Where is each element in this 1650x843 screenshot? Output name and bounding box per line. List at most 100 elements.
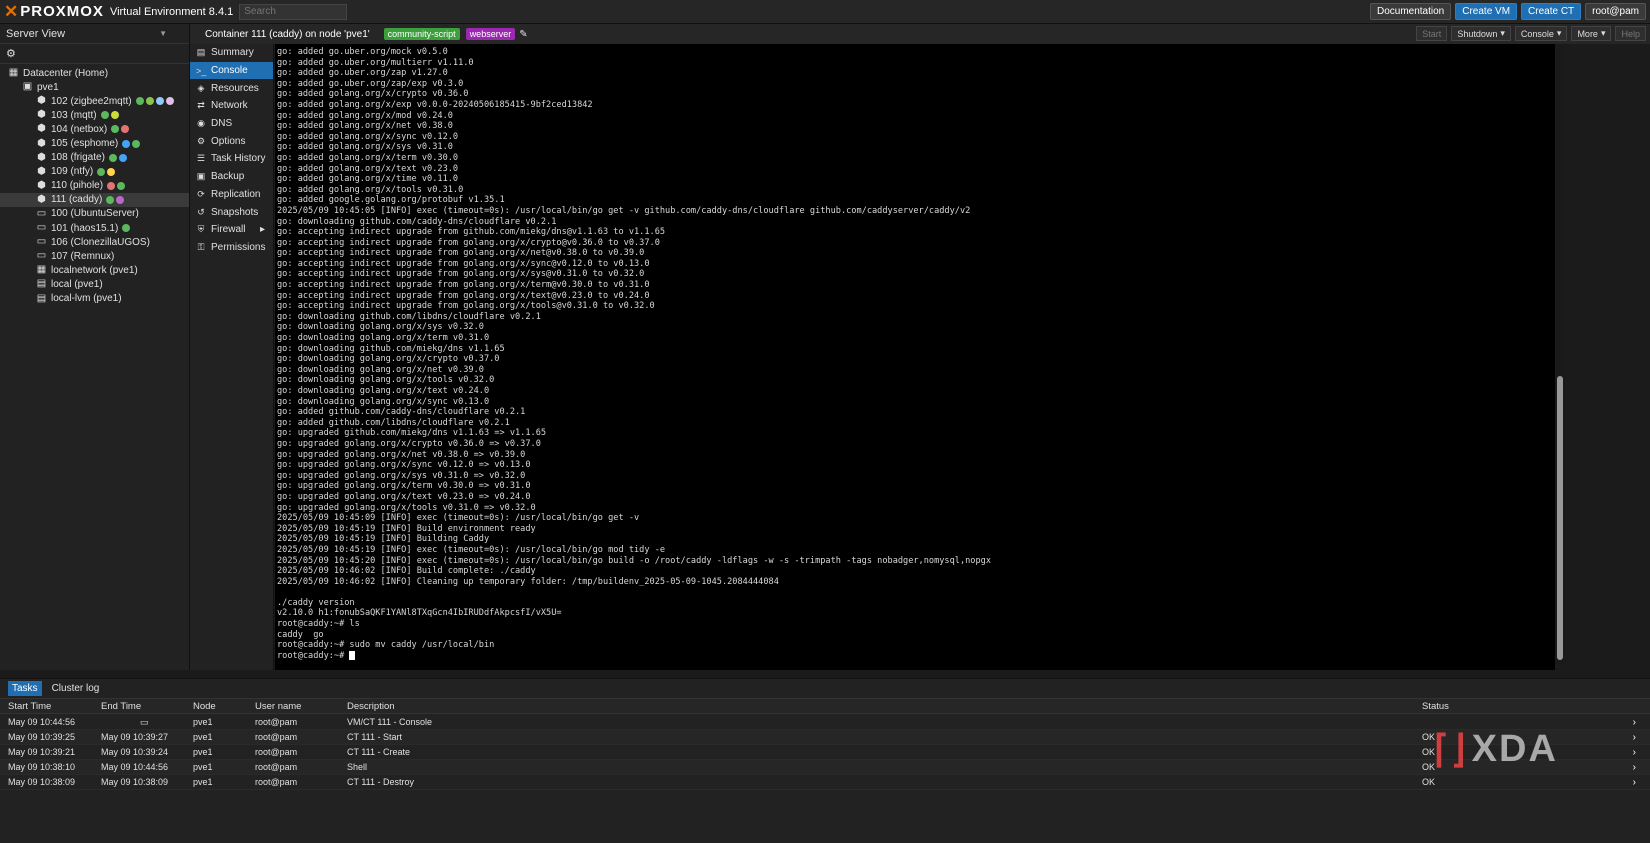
menu-item-replication[interactable]: ⟳ Replication xyxy=(190,186,273,204)
server-view-label: Server View xyxy=(6,27,66,40)
chevron-right-icon[interactable]: › xyxy=(1633,732,1636,743)
header-button-shutdown[interactable]: Shutdown ▾ xyxy=(1451,26,1511,41)
column-header[interactable]: Start Time xyxy=(8,701,51,712)
column-header[interactable]: Node xyxy=(193,701,216,712)
table-row[interactable]: May 09 10:38:10 May 09 10:44:56 pve1 root@p… xyxy=(0,760,1650,775)
table-cell: root@pam xyxy=(255,747,298,757)
tree-node[interactable]: ⬢ 104 (netbox) xyxy=(0,122,189,136)
console-line: ./caddy version xyxy=(277,597,355,608)
table-cell: root@pam xyxy=(255,762,298,772)
console-line: 2025/05/09 10:45:19 [INFO] Building Cadd… xyxy=(277,534,490,545)
tree-node[interactable]: ▤ local-lvm (pve1) xyxy=(0,292,189,306)
search-input[interactable] xyxy=(239,3,348,20)
tab-cluster-log[interactable]: Cluster log xyxy=(48,681,104,696)
menu-item-backup[interactable]: ▣ Backup xyxy=(190,168,273,186)
chevron-right-icon[interactable]: › xyxy=(1633,747,1636,758)
status-dot xyxy=(135,97,144,106)
chevron-right-icon[interactable]: › xyxy=(1633,777,1636,788)
task-panel: Tasks Cluster log Start Time End Time Node U… xyxy=(0,678,1650,843)
menu-item-resources[interactable]: ◈ Resources xyxy=(190,79,273,97)
console-line: go: downloading github.com/miekg/dns v1.… xyxy=(277,343,505,354)
header-button-help[interactable]: Help xyxy=(1615,26,1646,41)
console-line: go: added go.uber.org/zap v1.27.0 xyxy=(277,68,448,79)
monitor-icon: ▭ xyxy=(140,716,149,727)
tag-badge[interactable]: webserver xyxy=(465,28,516,40)
menu-item-snapshots[interactable]: ↺ Snapshots xyxy=(190,203,273,221)
console-line: root@caddy:~# sudo mv caddy /usr/local/b… xyxy=(277,640,495,651)
tree-node[interactable]: ⬢ 105 (esphome) xyxy=(0,136,189,150)
menu-item-permissions[interactable]: ⚿ Permissions xyxy=(190,239,273,257)
tab-tasks[interactable]: Tasks xyxy=(8,680,42,696)
edit-tags-icon[interactable]: ✎ xyxy=(519,29,527,40)
status-dot xyxy=(116,195,125,204)
column-header[interactable]: Description xyxy=(347,701,395,712)
console-line: root@caddy:~# xyxy=(277,650,1553,662)
console-line: 2025/05/09 10:45:19 [INFO] exec (timeout… xyxy=(277,544,666,555)
column-header[interactable]: Status xyxy=(1422,701,1449,712)
table-row[interactable]: May 09 10:44:56 pve1 root@pam VM/CT 111 - C… xyxy=(0,715,1650,730)
table-cell: May 09 10:38:10 xyxy=(8,762,76,772)
tree-node[interactable]: ▦ Datacenter (Home) xyxy=(0,66,189,80)
tree-node[interactable]: ▤ local (pve1) xyxy=(0,277,189,291)
chevron-down-icon: ▾ xyxy=(1600,28,1606,38)
chevron-right-icon[interactable]: › xyxy=(1633,762,1636,773)
console-line: go: downloading github.com/libdns/cloudf… xyxy=(277,311,541,322)
column-header[interactable]: User name xyxy=(255,701,301,712)
header-button-more[interactable]: More ▾ xyxy=(1571,26,1612,41)
resources-icon: ◈ xyxy=(197,82,205,93)
terminal-console[interactable]: go: added go.uber.org/mock v0.5.0 go: add… xyxy=(275,44,1555,702)
top-button-3[interactable]: root@pam xyxy=(1585,3,1646,20)
tree-node[interactable]: ▭ 101 (haos15.1) xyxy=(0,221,189,235)
tree-node[interactable]: ⬢ 110 (pihole) xyxy=(0,179,189,193)
console-line: 2025/05/09 10:45:20 [INFO] exec (timeout… xyxy=(277,555,991,566)
console-line: 2025/05/09 10:46:02 [INFO] Build complet… xyxy=(277,566,536,577)
tree-node-label: 109 (ntfy) xyxy=(51,166,94,178)
menu-item-firewall[interactable]: ⛨ Firewall ▸ xyxy=(190,221,273,239)
tree-node[interactable]: ⬢ 108 (frigate) xyxy=(0,151,189,165)
table-row[interactable]: May 09 10:39:25 May 09 10:39:27 pve1 root@p… xyxy=(0,730,1650,745)
status-dot xyxy=(132,139,141,148)
tree-node[interactable]: ⬢ 109 (ntfy) xyxy=(0,165,189,179)
tree-node[interactable]: ▭ 107 (Remnux) xyxy=(0,249,189,263)
top-button-0[interactable]: Documentation xyxy=(1369,3,1452,20)
tag-badge[interactable]: community-script xyxy=(383,28,460,40)
top-button-1[interactable]: Create VM xyxy=(1455,3,1518,20)
tree-node[interactable]: ▭ 106 (ClonezillaUGOS) xyxy=(0,235,189,249)
top-button-2[interactable]: Create CT xyxy=(1521,3,1582,20)
terminal-cursor xyxy=(349,650,356,660)
header-button-console[interactable]: Console ▾ xyxy=(1514,26,1568,41)
ct-icon: ⬢ xyxy=(37,109,46,121)
gear-icon[interactable]: ⚙ xyxy=(0,44,189,64)
menu-item-options[interactable]: ⚙ Options xyxy=(190,132,273,150)
console-line: go: downloading golang.org/x/sys v0.32.0 xyxy=(277,322,484,333)
console-line: go: added go.uber.org/multierr v1.11.0 xyxy=(277,57,474,68)
menu-item-summary[interactable]: ▤ Summary xyxy=(190,44,273,62)
menu-item-task-history[interactable]: ☰ Task History xyxy=(190,150,273,168)
status-dot xyxy=(110,111,119,120)
console-line: go: upgraded github.com/miekg/dns v1.1.6… xyxy=(277,428,547,439)
table-cell: root@pam xyxy=(255,717,298,727)
ct-icon: ⬢ xyxy=(37,137,46,149)
menu-item-dns[interactable]: ◉ DNS xyxy=(190,115,273,133)
chevron-right-icon[interactable]: › xyxy=(1633,717,1636,728)
table-row[interactable]: May 09 10:38:09 May 09 10:38:09 pve1 root@p… xyxy=(0,775,1650,790)
menu-item-network[interactable]: ⇄ Network xyxy=(190,97,273,115)
console-scroll-thumb[interactable] xyxy=(1557,376,1563,660)
column-header[interactable]: End Time xyxy=(101,701,141,712)
tree-node[interactable]: ▭ 100 (UbuntuServer) xyxy=(0,207,189,221)
server-view-select[interactable]: Server View ▼ xyxy=(0,24,189,44)
tree-node[interactable]: ⬢ 111 (caddy) xyxy=(0,192,189,207)
tree-node-label: 107 (Remnux) xyxy=(51,250,115,262)
header-button-start[interactable]: Start xyxy=(1416,26,1448,41)
tree-node[interactable]: ⬢ 103 (mqtt) xyxy=(0,108,189,122)
menu-item-console[interactable]: >_ Console xyxy=(190,61,273,80)
tree-node[interactable]: ⬢ 102 (zigbee2mqtt) xyxy=(0,94,189,108)
table-row[interactable]: May 09 10:39:21 May 09 10:39:24 pve1 root@p… xyxy=(0,745,1650,760)
tree-node[interactable]: ▣ pve1 xyxy=(0,80,189,94)
console-line: go: added golang.org/x/crypto v0.36.0 xyxy=(277,89,469,100)
console-line: 2025/05/09 10:45:09 [INFO] exec (timeout… xyxy=(277,513,640,524)
console-line: go: accepting indirect upgrade from gola… xyxy=(277,258,650,269)
proxmox-logo[interactable]: ✕ PROXMOX xyxy=(4,2,104,22)
tree-node[interactable]: ▦ localnetwork (pve1) xyxy=(0,263,189,277)
panel-splitter[interactable] xyxy=(0,670,1650,678)
